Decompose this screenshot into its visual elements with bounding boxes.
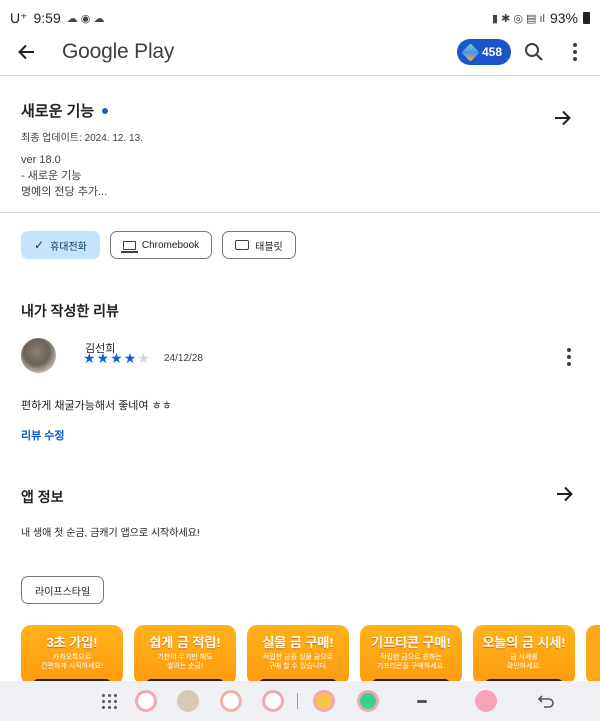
screenshot-title: 실물 금 구매! bbox=[262, 635, 334, 650]
screenshot-card[interactable]: 실물 금 구매! 적립한 금을 실물 금으로 구매 할 수 있습니다. bbox=[247, 625, 349, 685]
recent-app-button[interactable] bbox=[356, 689, 380, 713]
messages-app-button[interactable] bbox=[219, 689, 243, 713]
camera-icon bbox=[177, 690, 199, 712]
screenshot-title: 기프티콘 구매! bbox=[371, 635, 451, 650]
screenshot-carousel[interactable]: 3초 가입! 카카오톡으로 간편하게 시작하세요! 쉽게 금 적립! 기한이 두기… bbox=[21, 625, 600, 685]
more-vert-icon bbox=[573, 43, 577, 47]
release-note-line: 명예의 전당 추가... bbox=[21, 186, 108, 198]
whats-new-heading: 새로운 기능 bbox=[21, 100, 581, 121]
screenshot-title: 오늘의 금 시세! bbox=[482, 635, 566, 650]
dock-separator bbox=[297, 693, 298, 709]
app-title: Google Play bbox=[62, 40, 175, 63]
review-text: 편하게 채굴가능해서 좋네여 ㅎㅎ bbox=[21, 400, 172, 412]
release-note-line: ver 18.0 bbox=[21, 154, 61, 166]
screenshot-subtitle: 기한이 두기만 해도 쌓이는 순금! bbox=[157, 654, 213, 670]
bolt-icon bbox=[262, 690, 284, 712]
screenshot-subtitle: 적립한 금으로 원하는 기프티콘을 구매하세요. bbox=[376, 654, 446, 670]
chip-label: Chromebook bbox=[141, 239, 200, 251]
star-icon: ★ bbox=[96, 350, 110, 366]
app-drawer-button[interactable] bbox=[97, 689, 121, 713]
screenshot-card[interactable]: 3초 가입! 카카오톡으로 간편하게 시작하세요! bbox=[21, 625, 123, 685]
star-icon: ★ bbox=[83, 350, 96, 366]
recent-app-icon bbox=[313, 690, 335, 712]
phone-icon bbox=[135, 690, 157, 712]
notification-icons: ☁ ◉ ☁ bbox=[66, 12, 105, 25]
screenshot-card[interactable]: 기프티콘 구매! 적립한 금으로 원하는 기프티콘을 구매하세요. bbox=[360, 625, 462, 685]
recent-app-button[interactable] bbox=[474, 689, 498, 713]
star-icon: ★ bbox=[110, 350, 123, 366]
battery-icon bbox=[583, 12, 590, 24]
play-points-icon bbox=[461, 42, 480, 62]
release-notes: ver 18.0 - 새로운 기능 명예의 전당 추가... bbox=[21, 152, 107, 200]
edit-review-link[interactable]: 리뷰 수정 bbox=[21, 427, 65, 443]
chip-tablet[interactable]: 태블릿 bbox=[222, 231, 296, 259]
review-more-button[interactable] bbox=[564, 348, 574, 366]
play-points-button[interactable]: 458 bbox=[457, 39, 511, 65]
messages-icon bbox=[220, 690, 242, 712]
screenshot-card[interactable]: 오늘의 금 시세! 금 시세를 확인하세요. bbox=[473, 625, 575, 685]
check-icon: ✓ bbox=[34, 238, 45, 252]
battery-percent: 93% bbox=[549, 10, 578, 26]
search-icon bbox=[525, 43, 543, 61]
screenshot-subtitle: 적립한 금을 실물 금으로 구매 할 수 있습니다. bbox=[262, 654, 334, 670]
more-vert-icon bbox=[567, 348, 571, 352]
whats-new-title: 새로운 기능 bbox=[21, 103, 95, 120]
arrow-right-icon[interactable] bbox=[555, 484, 575, 504]
new-indicator-dot bbox=[102, 107, 109, 114]
home-button[interactable] bbox=[410, 689, 434, 713]
star-rating: ★ ★ ★ ★ ★ bbox=[83, 351, 150, 365]
home-icon bbox=[417, 699, 427, 703]
release-note-line: - 새로운 기능 bbox=[21, 170, 82, 182]
arrow-left-icon bbox=[18, 44, 34, 60]
avatar bbox=[21, 338, 56, 373]
review-date: 24/12/28 bbox=[164, 353, 203, 364]
system-icons: ▮ ✱ ◎ ▤ ıl bbox=[491, 12, 545, 25]
screenshot-subtitle: 금 시세를 확인하세요. bbox=[506, 654, 542, 670]
screenshot-card-partial[interactable] bbox=[586, 625, 600, 685]
device-filter-chips: ✓ 휴대전화 Chromebook 태블릿 bbox=[21, 231, 296, 259]
last-updated-date: 최종 업데이트: 2024. 12. 13. bbox=[21, 133, 143, 144]
carrier-label: U⁺ bbox=[10, 9, 28, 26]
tablet-icon bbox=[235, 240, 250, 250]
star-icon: ★ bbox=[123, 350, 137, 366]
assistant-app-button[interactable] bbox=[261, 689, 285, 713]
chip-chromebook[interactable]: Chromebook bbox=[109, 231, 213, 259]
chip-label: 휴대전화 bbox=[50, 241, 87, 253]
back-icon bbox=[537, 695, 554, 708]
category-chip[interactable]: 라이프스타일 bbox=[21, 576, 105, 604]
app-info-heading: 앱 정보 bbox=[21, 489, 64, 505]
system-navigation-bar bbox=[0, 681, 600, 721]
play-points-value: 458 bbox=[482, 45, 503, 59]
arrow-right-icon[interactable] bbox=[553, 108, 573, 128]
star-icon: ★ bbox=[137, 350, 150, 366]
app-description: 내 생애 첫 순금, 금캐기 앱으로 시작하세요! bbox=[21, 528, 200, 539]
recent-app-button[interactable] bbox=[312, 689, 336, 713]
back-nav-button[interactable] bbox=[534, 689, 558, 713]
status-bar: U⁺ 9:59 ☁ ◉ ☁ ▮ ✱ ◎ ▤ ıl 93% bbox=[0, 0, 600, 36]
screenshot-title: 3초 가입! bbox=[46, 635, 98, 650]
camera-app-button[interactable] bbox=[176, 689, 200, 713]
chip-phone[interactable]: ✓ 휴대전화 bbox=[21, 231, 100, 259]
screenshot-card[interactable]: 쉽게 금 적립! 기한이 두기만 해도 쌓이는 순금! bbox=[134, 625, 236, 685]
recent-app-icon bbox=[357, 690, 379, 712]
chip-label: 태블릿 bbox=[255, 241, 283, 253]
search-button[interactable] bbox=[520, 38, 548, 66]
my-review-heading: 내가 작성한 리뷰 bbox=[21, 303, 119, 319]
header-divider bbox=[0, 75, 600, 76]
clock: 9:59 bbox=[33, 10, 61, 26]
section-divider bbox=[0, 212, 600, 213]
recent-app-icon bbox=[475, 690, 497, 712]
apps-grid-icon bbox=[101, 693, 117, 709]
back-button[interactable] bbox=[12, 38, 40, 66]
laptop-icon bbox=[120, 240, 138, 253]
whats-new-section[interactable]: 새로운 기능 최종 업데이트: 2024. 12. 13. ver 18.0 -… bbox=[21, 100, 581, 198]
phone-app-button[interactable] bbox=[134, 689, 158, 713]
screenshot-title: 쉽게 금 적립! bbox=[149, 635, 221, 650]
more-options-button[interactable] bbox=[563, 38, 587, 66]
app-bar: Google Play 458 bbox=[0, 36, 600, 72]
screenshot-subtitle: 카카오톡으로 간편하게 시작하세요! bbox=[41, 654, 103, 670]
